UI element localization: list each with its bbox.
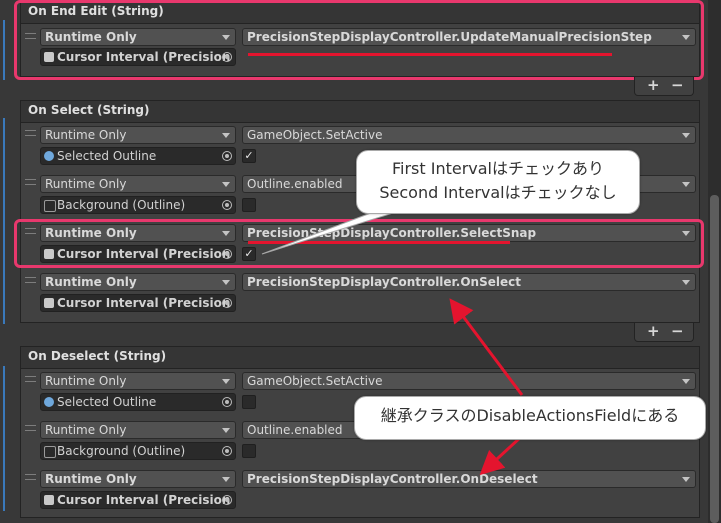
callout-inherit-note: 継承クラスのDisableActionsFieldにある <box>354 396 706 440</box>
callout-interval-note: First Intervalはチェックあり Second Intervalはチェ… <box>356 150 640 214</box>
arrow-to-onselect <box>449 298 524 396</box>
annotation-arrows <box>261 201 524 476</box>
arrow-to-ondeselect <box>479 434 524 476</box>
